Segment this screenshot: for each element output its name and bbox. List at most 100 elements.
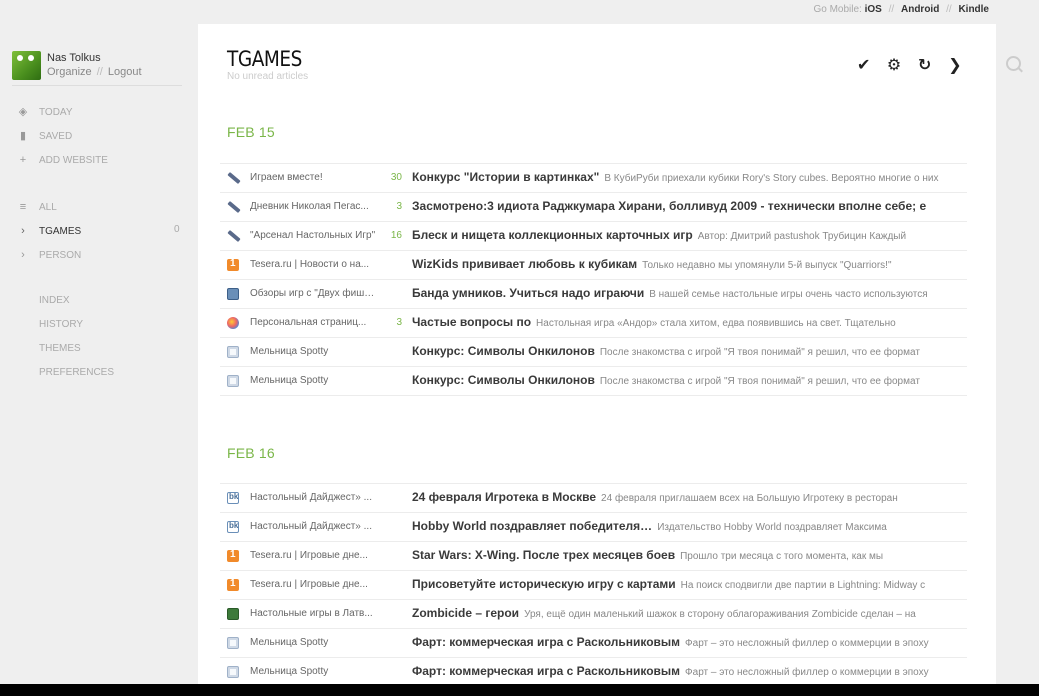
story-title[interactable]: Фарт: коммерческая игра с Раскольниковым (412, 635, 680, 649)
orange-icon (227, 578, 239, 591)
article-row[interactable]: Персональная страниц... 3 Частые вопросы п… (220, 308, 967, 337)
sidebar-item-person[interactable]: › PERSON (16, 248, 81, 262)
article-row[interactable]: Настольные игры в Латв... Zombicide – гер… (220, 599, 967, 628)
sidebar: Nas Tolkus Organize // Logout ◈ TODAY ▮ SA… (0, 0, 198, 696)
android-link[interactable]: Android (901, 4, 939, 15)
sidebar-item-preferences[interactable]: PREFERENCES (39, 367, 114, 378)
story-title[interactable]: Zombicide – герои (412, 606, 519, 620)
sidebar-item-history[interactable]: HISTORY (39, 319, 83, 330)
story-title[interactable]: Банда умников. Учиться надо играючи (412, 286, 644, 300)
story-content: Конкурс "Истории в картинках" В КубиРуби … (412, 170, 962, 184)
story-title[interactable]: Присоветуйте историческую игру с картами (412, 577, 676, 591)
story-content: Банда умников. Учиться надо играючи В наш… (412, 286, 962, 300)
story-title[interactable]: Hobby World поздравляет победителя… (412, 519, 652, 533)
ios-link[interactable]: iOS (865, 4, 882, 15)
sidebar-item-themes[interactable]: THEMES (39, 343, 81, 354)
avatar[interactable] (12, 51, 41, 80)
main-panel: TGAMES No unread articles ✔ ⚙ ↻ ❯ FEB 15… (198, 24, 996, 696)
menu-icon: ≡ (19, 201, 27, 213)
sidebar-item-today[interactable]: ◈ TODAY (16, 105, 73, 119)
sidebar-item-add-website[interactable]: + ADD WEBSITE (16, 153, 108, 167)
story-title[interactable]: Конкурс: Символы Онкилонов (412, 344, 595, 358)
article-row[interactable]: Tesera.ru | Игровые дне... Star Wars: X-W… (220, 541, 967, 570)
feed-name: Настольный Дайджест» ... (250, 492, 372, 503)
story-title[interactable]: Засмотрено:3 идиота Раджкумара Хирани, б… (412, 199, 926, 213)
kindle-link[interactable]: Kindle (958, 4, 989, 15)
sidebar-item-saved[interactable]: ▮ SAVED (16, 129, 72, 143)
feed-count: 3 (396, 317, 402, 328)
go-mobile-label: Go Mobile: (813, 4, 862, 15)
story-title[interactable]: 24 февраля Игротека в Москве (412, 490, 596, 504)
feed-name: "Арсенал Настольных Игр" (250, 230, 376, 241)
story-snippet: В нашей семье настольные игры очень част… (649, 289, 928, 300)
story-content: Частые вопросы по Настольная игра «Андор»… (412, 315, 962, 329)
go-mobile-bar: Go Mobile: iOS // Android // Kindle (813, 4, 989, 15)
feed-count: 30 (390, 172, 402, 183)
sidebar-item-all[interactable]: ≡ ALL (16, 200, 57, 214)
feed-name: Играем вместе! (250, 172, 323, 183)
story-content: Присоветуйте историческую игру с картами… (412, 577, 962, 591)
article-row[interactable]: Играем вместе! 30 Конкурс "Истории в карти… (220, 163, 967, 192)
story-title[interactable]: WizKids прививает любовь к кубикам (412, 257, 637, 271)
refresh-icon[interactable]: ↻ (916, 55, 934, 75)
bookmark-icon: ▮ (19, 130, 27, 142)
plus-icon: + (19, 154, 27, 166)
blue-icon (227, 288, 239, 300)
article-row[interactable]: Обзоры игр с "Двух фишек" Банда умников. … (220, 279, 967, 308)
article-row[interactable]: Настольный Дайджест» ... Hobby World позд… (220, 512, 967, 541)
story-title[interactable]: Конкурс: Символы Онкилонов (412, 373, 595, 387)
green-icon (227, 608, 239, 620)
divider (12, 85, 182, 86)
chevron-right-icon: › (21, 249, 25, 261)
article-row[interactable]: Tesera.ru | Новости о на... WizKids приви… (220, 250, 967, 279)
story-content: Star Wars: X-Wing. После трех месяцев бо… (412, 548, 962, 562)
sidebar-item-index[interactable]: INDEX (39, 295, 70, 306)
story-content: Hobby World поздравляет победителя… Издат… (412, 519, 962, 533)
today-icon: ◈ (18, 106, 28, 118)
date-heading: FEB 15 (227, 124, 275, 140)
feed-name: Мельница Spotty (250, 346, 329, 357)
sidebar-item-label: TODAY (39, 107, 73, 118)
story-title[interactable]: Фарт: коммерческая игра с Раскольниковым (412, 664, 680, 678)
article-row[interactable]: "Арсенал Настольных Игр" 16 Блеск и нищета… (220, 221, 967, 250)
tgames-unread-count: 0 (174, 224, 180, 235)
rss-icon (227, 637, 239, 649)
organize-link[interactable]: Organize (47, 66, 92, 78)
story-content: Фарт: коммерческая игра с Раскольниковым… (412, 635, 962, 649)
story-snippet: Настольная игра «Андор» стала хитом, едв… (536, 318, 896, 329)
article-row[interactable]: Дневник Николая Пегас... 3 Засмотрено:3 ид… (220, 192, 967, 221)
mark-read-icon[interactable]: ✔ (855, 55, 873, 75)
sidebar-item-tgames[interactable]: › TGAMES (16, 224, 81, 238)
feed-name: Мельница Spotty (250, 666, 329, 677)
rss-icon (227, 346, 239, 358)
story-snippet: Фарт – это несложный филлер о коммерции … (685, 667, 929, 678)
article-row[interactable]: Мельница Spotty Фарт: коммерческая игра с… (220, 657, 967, 687)
article-list: Настольный Дайджест» ... 24 февраля Игрот… (220, 483, 967, 687)
story-snippet: 24 февраля приглашаем всех на Большую Иг… (601, 493, 898, 504)
bottom-bar (0, 684, 1039, 696)
story-content: WizKids прививает любовь к кубикам Только… (412, 257, 962, 271)
logout-link[interactable]: Logout (108, 66, 142, 78)
chevron-right-icon: › (21, 225, 25, 237)
story-content: Zombicide – герои Уря, ещё один маленький… (412, 606, 962, 620)
page-subtitle: No unread articles (227, 71, 309, 82)
story-title[interactable]: Блеск и нищета коллекционных карточных и… (412, 228, 693, 242)
search-icon[interactable] (1006, 56, 1021, 71)
gear-icon[interactable]: ⚙ (885, 55, 903, 75)
story-title[interactable]: Конкурс "Истории в картинках" (412, 170, 599, 184)
sidebar-item-label: PERSON (39, 250, 82, 261)
story-title[interactable]: Star Wars: X-Wing. После трех месяцев бо… (412, 548, 675, 562)
story-snippet: На поиск сподвигли две партии в Lightnin… (680, 580, 926, 591)
story-snippet: Издательство Hobby World поздравляет Мак… (657, 522, 887, 533)
article-row[interactable]: Мельница Spotty Фарт: коммерческая игра с… (220, 628, 967, 657)
pen-icon (227, 230, 239, 242)
article-row[interactable]: Мельница Spotty Конкурс: Символы Онкилоно… (220, 337, 967, 366)
article-row[interactable]: Tesera.ru | Игровые дне... Присоветуйте и… (220, 570, 967, 599)
feed-name: Дневник Николая Пегас... (250, 201, 369, 212)
next-icon[interactable]: ❯ (946, 55, 964, 75)
story-title[interactable]: Частые вопросы по (412, 315, 531, 329)
article-row[interactable]: Настольный Дайджест» ... 24 февраля Игрот… (220, 483, 967, 512)
rss-icon (227, 375, 239, 387)
article-row[interactable]: Мельница Spotty Конкурс: Символы Онкилоно… (220, 366, 967, 396)
sidebar-item-label: ADD WEBSITE (39, 155, 108, 166)
